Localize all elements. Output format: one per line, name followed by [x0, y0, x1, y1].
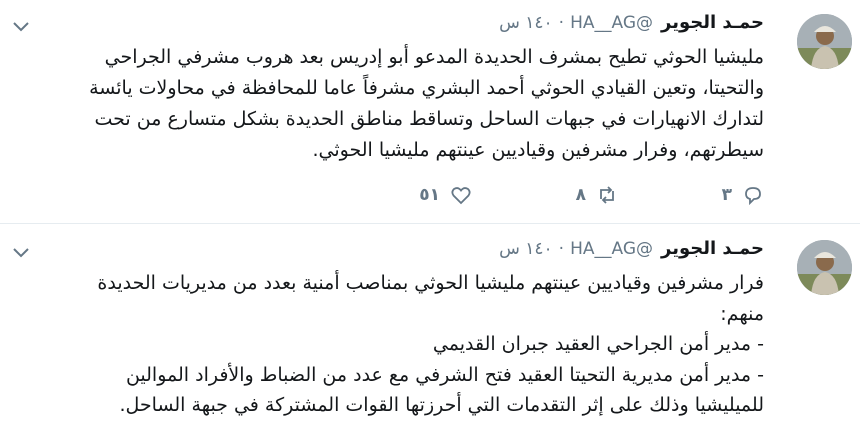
reply-button[interactable]: ٣: [618, 184, 764, 206]
like-button[interactable]: ٥١: [326, 184, 472, 206]
reply-count: ٣: [721, 185, 732, 205]
retweet-button[interactable]: ٨: [472, 184, 618, 206]
like-count: ٥١: [419, 185, 440, 205]
display-name[interactable]: حمـد الجوير: [661, 238, 764, 259]
timestamp[interactable]: ١٤٠ س: [499, 13, 553, 33]
chevron-down-icon[interactable]: [12, 244, 30, 258]
display-name[interactable]: حمـد الجوير: [661, 12, 764, 33]
tweet[interactable]: حمـد الجوير @HA__AG · ١٤٠ س مليشيا الحوث…: [0, 0, 860, 224]
avatar[interactable]: [797, 14, 852, 69]
separator: ·: [558, 239, 565, 259]
tweet-header: حمـد الجوير @HA__AG · ١٤٠ س: [499, 238, 764, 259]
tweet-text: فرار مشرفين وقياديين عينتهم مليشيا الحوث…: [97, 272, 764, 416]
tweet-header: حمـد الجوير @HA__AG · ١٤٠ س: [499, 12, 764, 33]
heart-icon: [450, 184, 472, 206]
separator: ·: [558, 13, 565, 33]
avatar[interactable]: [797, 240, 852, 295]
timestamp[interactable]: ١٤٠ س: [499, 239, 553, 259]
retweet-count: ٨: [575, 185, 586, 205]
user-handle[interactable]: @HA__AG: [570, 239, 653, 259]
tweet[interactable]: حمـد الجوير @HA__AG · ١٤٠ س فرار مشرفين …: [0, 224, 860, 431]
tweet-actions: ٣ ٨ ٥١: [326, 184, 764, 206]
tweet-text: مليشيا الحوثي تطيح بمشرف الحديدة المدعو …: [89, 46, 764, 161]
reply-icon: [742, 184, 764, 206]
retweet-icon: [596, 184, 618, 206]
chevron-down-icon[interactable]: [12, 18, 30, 32]
user-handle[interactable]: @HA__AG: [570, 13, 653, 33]
